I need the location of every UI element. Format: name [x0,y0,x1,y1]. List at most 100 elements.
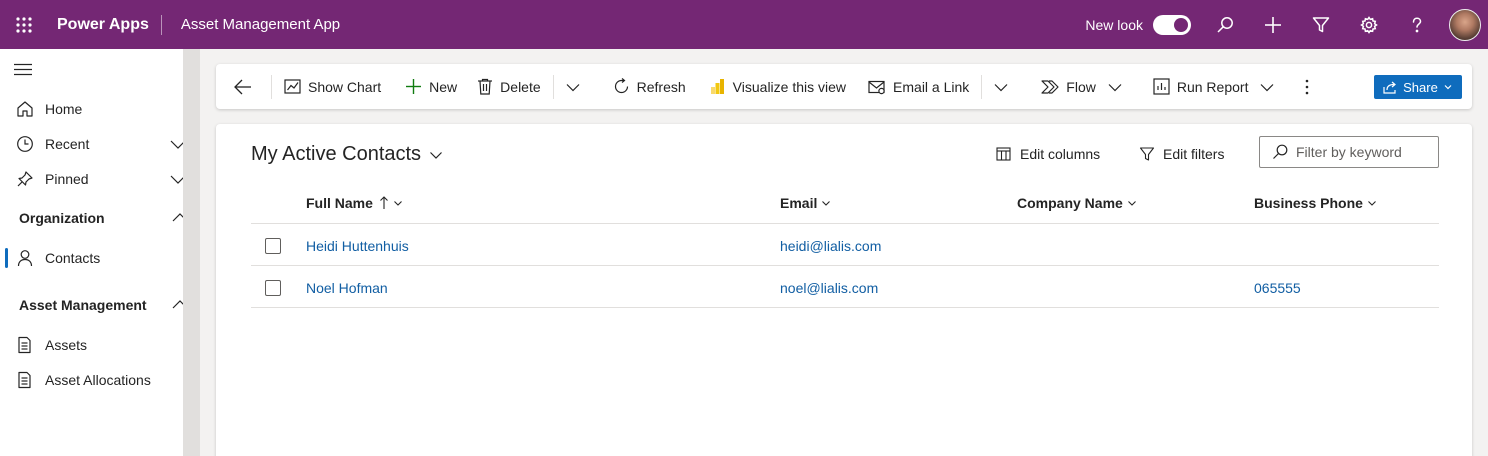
brand-name[interactable]: Power Apps [48,14,162,35]
edit-columns-icon [996,147,1011,161]
chevron-down-icon [1261,83,1274,91]
sidebar-group-label: Asset Management [19,297,147,313]
sidebar-item-label: Asset Allocations [45,371,151,388]
edit-columns-button[interactable]: Edit columns [996,144,1100,164]
email-link[interactable]: heidi@lialis.com [780,238,881,254]
app-name[interactable]: Asset Management App [162,16,340,33]
column-header-company-name[interactable]: Company Name [1017,195,1137,211]
sidebar-item-assets[interactable]: Assets [0,327,196,362]
sidebar-item-label: Home [45,100,83,117]
view-selector[interactable]: My Active Contacts [251,143,443,166]
show-chart-label: Show Chart [308,78,382,95]
sidebar-item-label: Recent [45,135,90,152]
sidebar-item-label: Pinned [45,170,89,187]
sidebar: Home Recent Pinned Organization Contacts… [0,49,200,456]
sidebar-group-organization[interactable]: Organization [19,203,189,233]
table-row[interactable]: Noel Hofman noel@lialis.com 065555 [251,266,1439,308]
row-checkbox[interactable] [265,238,281,254]
search-icon [1273,144,1288,159]
new-label: New [429,78,458,95]
search-icon[interactable] [1201,0,1249,49]
report-icon [1153,78,1170,95]
chevron-down-icon [566,83,580,91]
more-options-icon[interactable] [1287,64,1322,109]
trash-icon [478,78,493,95]
delete-button[interactable]: Delete [463,64,546,109]
run-report-label: Run Report [1176,78,1249,95]
new-look-toggle[interactable] [1153,14,1191,35]
chevron-down-icon [1368,201,1376,206]
power-bi-icon [710,79,724,94]
sidebar-item-label: Contacts [45,249,101,266]
filter-by-keyword-field[interactable] [1259,136,1439,168]
chevron-down-icon [994,83,1008,91]
chevron-down-icon [1127,201,1136,206]
refresh-icon [614,78,628,94]
new-button[interactable]: New [387,64,463,109]
sidebar-scrollbar[interactable] [183,49,199,456]
filter-icon [1139,147,1155,161]
full-name-link[interactable]: Noel Hofman [306,280,388,296]
visualize-label: Visualize this view [732,78,847,95]
filter-icon[interactable] [1297,0,1345,49]
sort-ascending-icon [380,196,388,209]
chart-icon [284,79,301,94]
column-header-email[interactable]: Email [780,195,831,211]
sidebar-group-asset-management[interactable]: Asset Management [19,290,189,320]
sidebar-group-label: Organization [19,210,105,226]
flow-label: Flow [1066,78,1096,95]
edit-columns-label: Edit columns [1020,146,1101,162]
sidebar-item-recent[interactable]: Recent [0,126,196,161]
avatar[interactable] [1449,8,1481,41]
page-title: My Active Contacts [251,143,422,165]
share-icon [1383,81,1397,94]
flow-button[interactable]: Flow [1027,64,1135,109]
show-chart-button[interactable]: Show Chart [272,64,387,109]
row-checkbox[interactable] [265,280,281,296]
phone-link[interactable]: 065555 [1254,280,1301,296]
column-header-business-phone[interactable]: Business Phone [1254,195,1377,211]
back-arrow-icon [234,79,251,94]
refresh-button[interactable]: Refresh [599,64,692,109]
active-indicator [5,248,8,268]
delete-label: Delete [500,78,541,95]
email-link-label: Email a Link [893,78,970,95]
grid-header: Full Name Email Company Name Business Ph… [251,181,1439,224]
person-icon [15,249,35,267]
sidebar-item-home[interactable]: Home [0,91,196,126]
plus-icon[interactable] [1249,0,1297,49]
sidebar-item-asset-allocations[interactable]: Asset Allocations [0,362,196,397]
app-launcher-icon[interactable] [0,0,48,49]
contacts-grid: Full Name Email Company Name Business Ph… [251,181,1439,308]
gear-icon[interactable] [1345,0,1393,49]
help-icon[interactable] [1393,0,1441,49]
chevron-down-icon [394,201,402,206]
more-commands-dropdown-2[interactable] [982,64,1027,109]
back-button[interactable] [216,64,271,109]
email-link[interactable]: noel@lialis.com [780,280,878,296]
edit-filters-button[interactable]: Edit filters [1139,144,1224,164]
chevron-down-icon [1108,83,1122,91]
run-report-button[interactable]: Run Report [1135,64,1288,109]
email-link-button[interactable]: Email a Link [852,64,975,109]
table-row[interactable]: Heidi Huttenhuis heidi@lialis.com [251,224,1439,266]
chevron-down-icon [430,151,442,159]
sidebar-item-pinned[interactable]: Pinned [0,161,196,196]
share-button[interactable]: Share [1374,75,1462,99]
clock-icon [15,135,35,153]
sidebar-item-contacts[interactable]: Contacts [0,240,196,275]
plus-icon [406,79,422,94]
visualize-button[interactable]: Visualize this view [692,64,852,109]
hamburger-icon[interactable] [14,63,32,77]
refresh-label: Refresh [636,78,686,95]
email-link-icon [868,80,885,94]
document-list-icon [15,336,35,354]
share-label: Share [1403,79,1438,95]
more-commands-dropdown[interactable] [554,64,599,109]
full-name-link[interactable]: Heidi Huttenhuis [306,238,409,254]
top-bar: Power Apps Asset Management App New look [0,0,1488,49]
chevron-down-icon [822,201,831,206]
sidebar-item-label: Assets [45,336,88,353]
filter-input[interactable] [1296,144,1436,160]
column-header-full-name[interactable]: Full Name [306,195,403,211]
